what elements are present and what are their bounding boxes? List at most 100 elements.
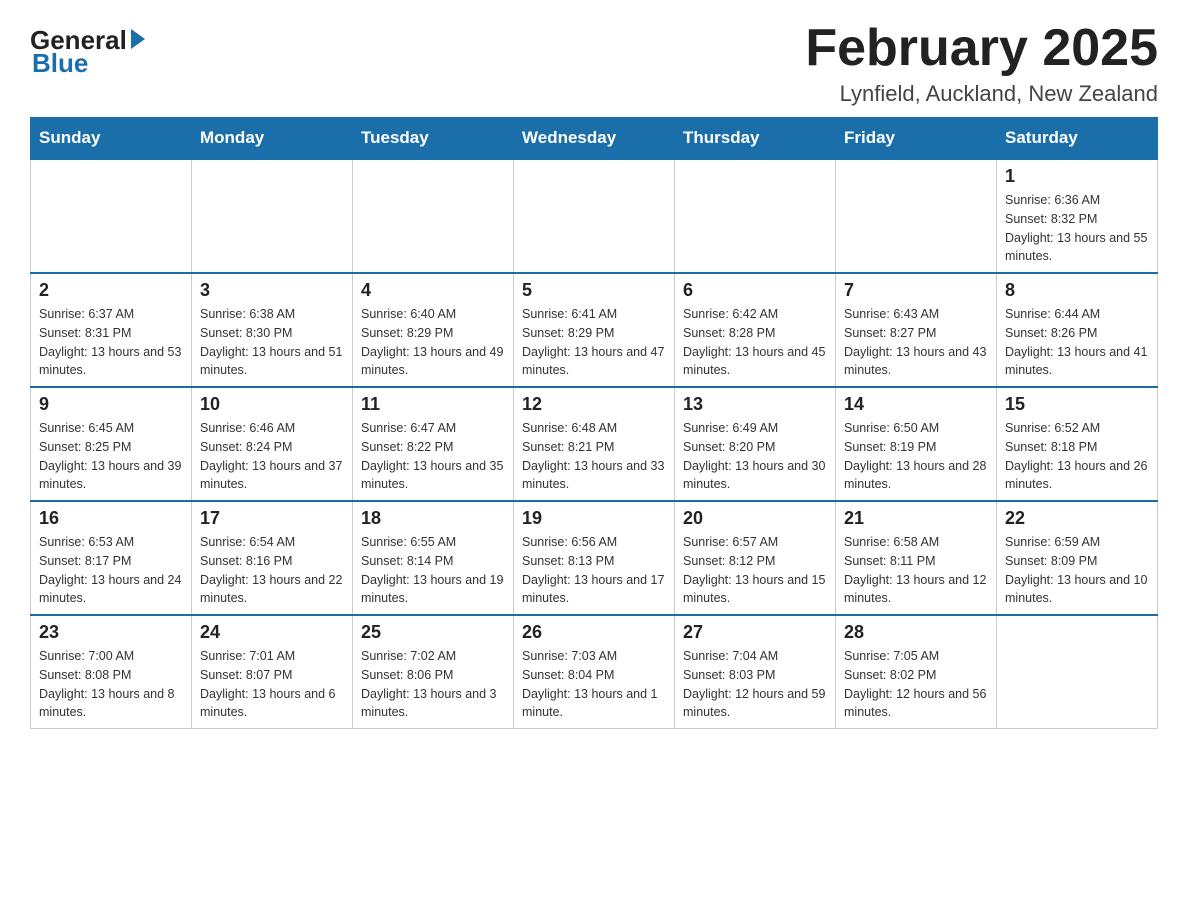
day-number: 19 <box>522 508 666 529</box>
calendar-table: SundayMondayTuesdayWednesdayThursdayFrid… <box>30 117 1158 729</box>
day-info: Sunrise: 7:01 AMSunset: 8:07 PMDaylight:… <box>200 647 344 722</box>
day-number: 6 <box>683 280 827 301</box>
calendar-cell: 17 Sunrise: 6:54 AMSunset: 8:16 PMDayligh… <box>192 501 353 615</box>
day-number: 24 <box>200 622 344 643</box>
calendar-cell: 23 Sunrise: 7:00 AMSunset: 8:08 PMDayligh… <box>31 615 192 729</box>
weekday-header-sunday: Sunday <box>31 118 192 160</box>
day-info: Sunrise: 6:36 AMSunset: 8:32 PMDaylight:… <box>1005 191 1149 266</box>
day-number: 23 <box>39 622 183 643</box>
calendar-cell: 8 Sunrise: 6:44 AMSunset: 8:26 PMDaylight… <box>997 273 1158 387</box>
calendar-cell: 9 Sunrise: 6:45 AMSunset: 8:25 PMDaylight… <box>31 387 192 501</box>
calendar-cell: 7 Sunrise: 6:43 AMSunset: 8:27 PMDaylight… <box>836 273 997 387</box>
weekday-header-tuesday: Tuesday <box>353 118 514 160</box>
calendar-cell <box>31 159 192 273</box>
day-info: Sunrise: 6:58 AMSunset: 8:11 PMDaylight:… <box>844 533 988 608</box>
calendar-cell: 14 Sunrise: 6:50 AMSunset: 8:19 PMDayligh… <box>836 387 997 501</box>
calendar-cell: 4 Sunrise: 6:40 AMSunset: 8:29 PMDaylight… <box>353 273 514 387</box>
day-number: 25 <box>361 622 505 643</box>
weekday-header-friday: Friday <box>836 118 997 160</box>
day-number: 9 <box>39 394 183 415</box>
calendar-header-row: SundayMondayTuesdayWednesdayThursdayFrid… <box>31 118 1158 160</box>
day-info: Sunrise: 7:00 AMSunset: 8:08 PMDaylight:… <box>39 647 183 722</box>
day-info: Sunrise: 6:50 AMSunset: 8:19 PMDaylight:… <box>844 419 988 494</box>
day-info: Sunrise: 7:02 AMSunset: 8:06 PMDaylight:… <box>361 647 505 722</box>
day-number: 4 <box>361 280 505 301</box>
calendar-cell: 19 Sunrise: 6:56 AMSunset: 8:13 PMDayligh… <box>514 501 675 615</box>
day-info: Sunrise: 6:44 AMSunset: 8:26 PMDaylight:… <box>1005 305 1149 380</box>
day-number: 26 <box>522 622 666 643</box>
day-info: Sunrise: 6:48 AMSunset: 8:21 PMDaylight:… <box>522 419 666 494</box>
page-header: General Blue February 2025 Lynfield, Auc… <box>30 20 1158 107</box>
day-info: Sunrise: 6:42 AMSunset: 8:28 PMDaylight:… <box>683 305 827 380</box>
weekday-header-monday: Monday <box>192 118 353 160</box>
day-number: 5 <box>522 280 666 301</box>
day-number: 27 <box>683 622 827 643</box>
day-info: Sunrise: 6:52 AMSunset: 8:18 PMDaylight:… <box>1005 419 1149 494</box>
day-number: 2 <box>39 280 183 301</box>
calendar-cell: 3 Sunrise: 6:38 AMSunset: 8:30 PMDaylight… <box>192 273 353 387</box>
day-info: Sunrise: 7:03 AMSunset: 8:04 PMDaylight:… <box>522 647 666 722</box>
day-number: 11 <box>361 394 505 415</box>
day-info: Sunrise: 6:54 AMSunset: 8:16 PMDaylight:… <box>200 533 344 608</box>
calendar-cell: 10 Sunrise: 6:46 AMSunset: 8:24 PMDayligh… <box>192 387 353 501</box>
day-number: 21 <box>844 508 988 529</box>
calendar-cell <box>675 159 836 273</box>
logo-arrow-icon <box>131 29 145 49</box>
day-number: 7 <box>844 280 988 301</box>
calendar-cell: 28 Sunrise: 7:05 AMSunset: 8:02 PMDayligh… <box>836 615 997 729</box>
day-info: Sunrise: 6:53 AMSunset: 8:17 PMDaylight:… <box>39 533 183 608</box>
day-number: 17 <box>200 508 344 529</box>
day-number: 8 <box>1005 280 1149 301</box>
day-info: Sunrise: 7:05 AMSunset: 8:02 PMDaylight:… <box>844 647 988 722</box>
weekday-header-saturday: Saturday <box>997 118 1158 160</box>
calendar-cell: 6 Sunrise: 6:42 AMSunset: 8:28 PMDaylight… <box>675 273 836 387</box>
calendar-cell: 1 Sunrise: 6:36 AMSunset: 8:32 PMDaylight… <box>997 159 1158 273</box>
day-info: Sunrise: 6:49 AMSunset: 8:20 PMDaylight:… <box>683 419 827 494</box>
day-info: Sunrise: 6:46 AMSunset: 8:24 PMDaylight:… <box>200 419 344 494</box>
calendar-cell <box>192 159 353 273</box>
logo-blue-text: Blue <box>32 48 88 79</box>
logo: General Blue <box>30 25 145 79</box>
calendar-week-row: 23 Sunrise: 7:00 AMSunset: 8:08 PMDayligh… <box>31 615 1158 729</box>
calendar-cell: 22 Sunrise: 6:59 AMSunset: 8:09 PMDayligh… <box>997 501 1158 615</box>
day-info: Sunrise: 6:56 AMSunset: 8:13 PMDaylight:… <box>522 533 666 608</box>
day-number: 14 <box>844 394 988 415</box>
day-number: 3 <box>200 280 344 301</box>
location-subtitle: Lynfield, Auckland, New Zealand <box>805 81 1158 107</box>
calendar-cell: 16 Sunrise: 6:53 AMSunset: 8:17 PMDayligh… <box>31 501 192 615</box>
day-info: Sunrise: 7:04 AMSunset: 8:03 PMDaylight:… <box>683 647 827 722</box>
day-info: Sunrise: 6:47 AMSunset: 8:22 PMDaylight:… <box>361 419 505 494</box>
day-number: 1 <box>1005 166 1149 187</box>
day-number: 10 <box>200 394 344 415</box>
day-info: Sunrise: 6:40 AMSunset: 8:29 PMDaylight:… <box>361 305 505 380</box>
calendar-week-row: 2 Sunrise: 6:37 AMSunset: 8:31 PMDaylight… <box>31 273 1158 387</box>
day-info: Sunrise: 6:57 AMSunset: 8:12 PMDaylight:… <box>683 533 827 608</box>
day-info: Sunrise: 6:55 AMSunset: 8:14 PMDaylight:… <box>361 533 505 608</box>
calendar-cell: 15Sunrise: 6:52 AMSunset: 8:18 PMDayligh… <box>997 387 1158 501</box>
calendar-cell: 25 Sunrise: 7:02 AMSunset: 8:06 PMDayligh… <box>353 615 514 729</box>
day-info: Sunrise: 6:45 AMSunset: 8:25 PMDaylight:… <box>39 419 183 494</box>
day-number: 16 <box>39 508 183 529</box>
day-info: Sunrise: 6:59 AMSunset: 8:09 PMDaylight:… <box>1005 533 1149 608</box>
calendar-cell: 24 Sunrise: 7:01 AMSunset: 8:07 PMDayligh… <box>192 615 353 729</box>
day-number: 28 <box>844 622 988 643</box>
day-info: Sunrise: 6:37 AMSunset: 8:31 PMDaylight:… <box>39 305 183 380</box>
day-number: 18 <box>361 508 505 529</box>
calendar-cell: 13 Sunrise: 6:49 AMSunset: 8:20 PMDayligh… <box>675 387 836 501</box>
day-number: 13 <box>683 394 827 415</box>
calendar-cell <box>514 159 675 273</box>
calendar-cell <box>836 159 997 273</box>
month-title: February 2025 <box>805 20 1158 77</box>
calendar-cell: 12Sunrise: 6:48 AMSunset: 8:21 PMDayligh… <box>514 387 675 501</box>
day-info: Sunrise: 6:41 AMSunset: 8:29 PMDaylight:… <box>522 305 666 380</box>
calendar-week-row: 1 Sunrise: 6:36 AMSunset: 8:32 PMDaylight… <box>31 159 1158 273</box>
calendar-week-row: 9 Sunrise: 6:45 AMSunset: 8:25 PMDaylight… <box>31 387 1158 501</box>
day-info: Sunrise: 6:43 AMSunset: 8:27 PMDaylight:… <box>844 305 988 380</box>
calendar-cell: 2 Sunrise: 6:37 AMSunset: 8:31 PMDaylight… <box>31 273 192 387</box>
day-number: 22 <box>1005 508 1149 529</box>
calendar-cell: 27 Sunrise: 7:04 AMSunset: 8:03 PMDayligh… <box>675 615 836 729</box>
day-info: Sunrise: 6:38 AMSunset: 8:30 PMDaylight:… <box>200 305 344 380</box>
calendar-cell: 21 Sunrise: 6:58 AMSunset: 8:11 PMDayligh… <box>836 501 997 615</box>
calendar-cell <box>997 615 1158 729</box>
calendar-cell <box>353 159 514 273</box>
